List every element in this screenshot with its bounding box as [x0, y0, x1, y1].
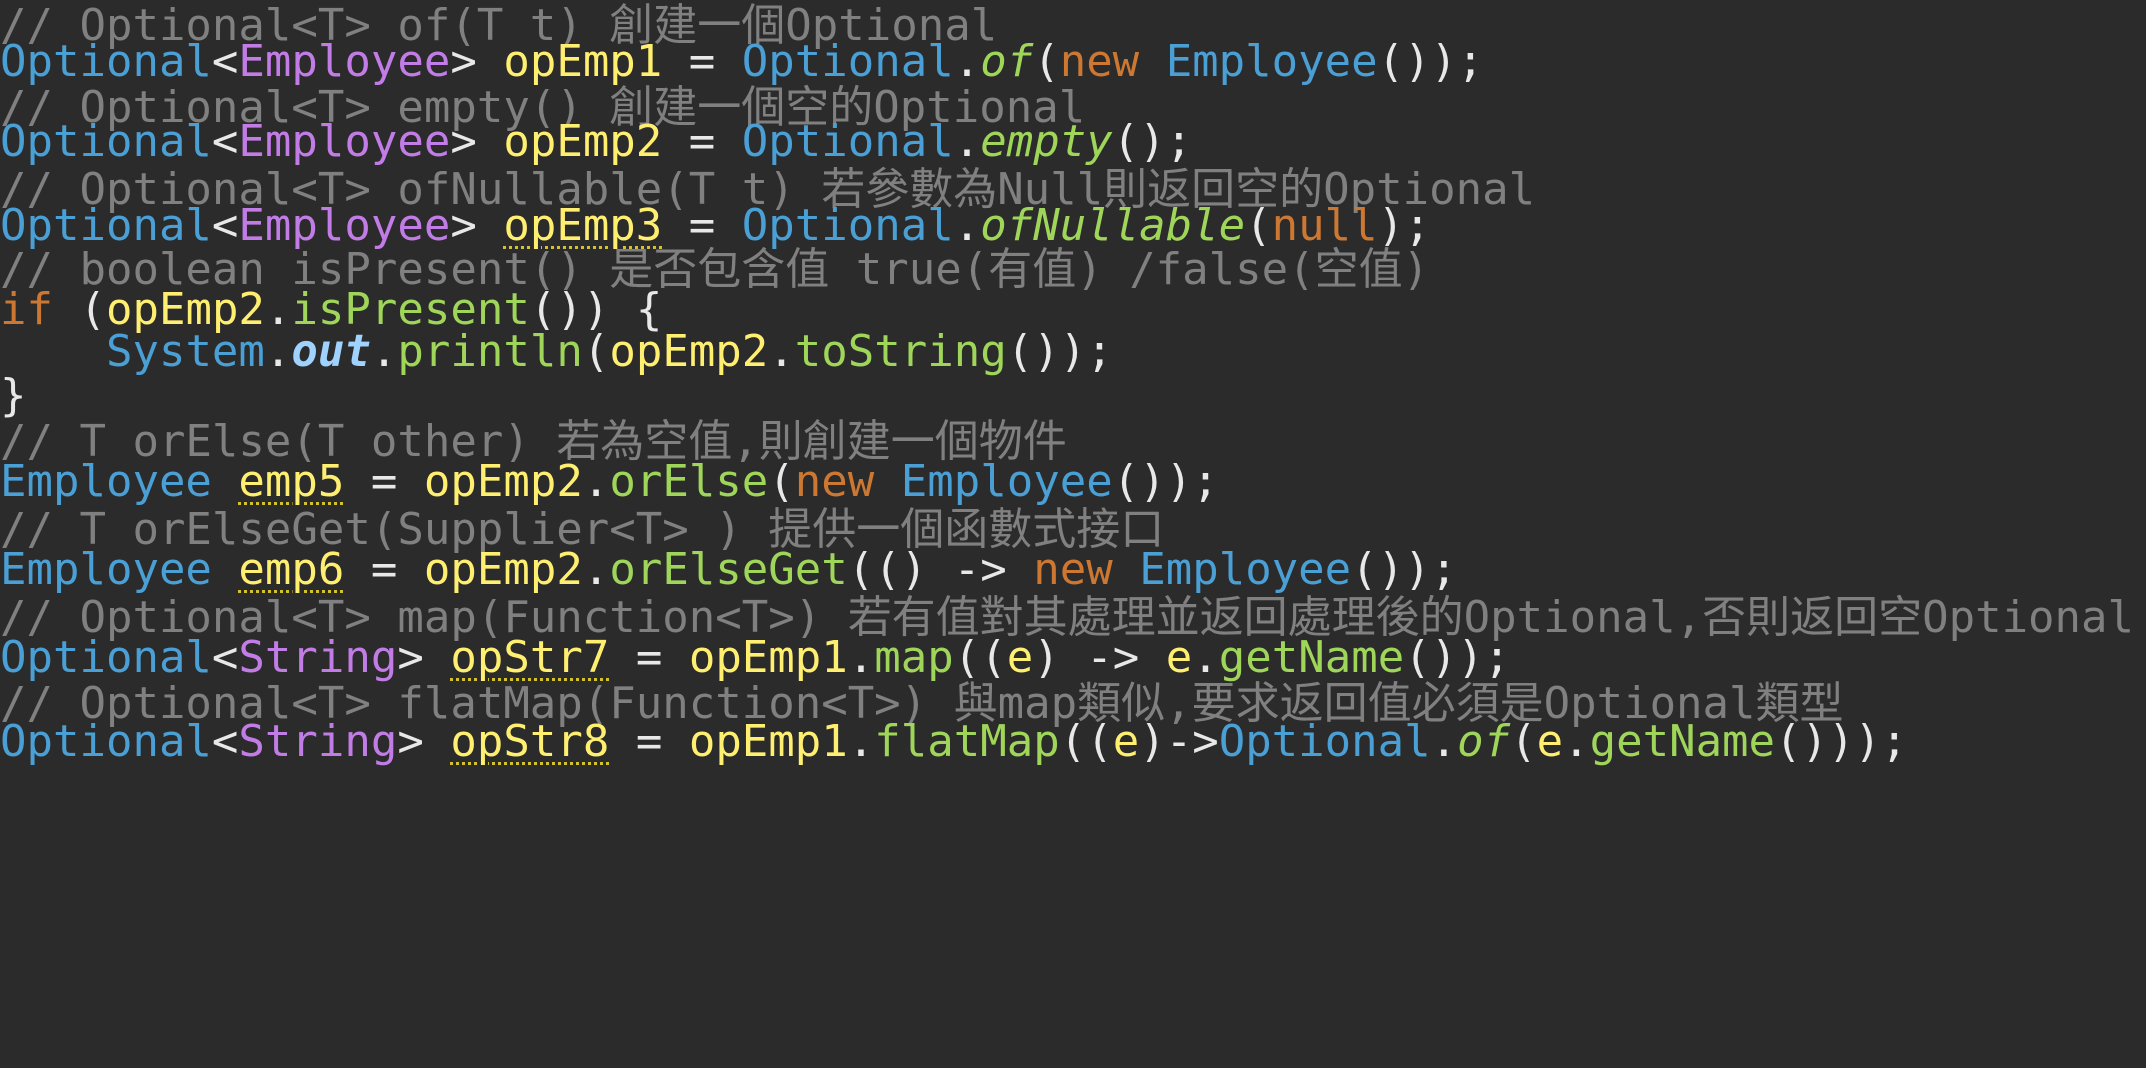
code-token: Optional [1218, 716, 1431, 767]
code-token: ; [1457, 36, 1484, 87]
code-token: ) [1404, 36, 1431, 87]
code-token: opEmp2 [609, 326, 769, 377]
code-token: Optional [0, 716, 212, 767]
code-token: ( [1059, 716, 1087, 767]
code-line[interactable]: Optional<String> opStr8 = opEmp1.flatMap… [0, 712, 1908, 772]
code-token: -> [1165, 716, 1219, 767]
code-token: ( [1377, 36, 1405, 87]
code-token: toString [794, 326, 1007, 377]
code-line[interactable]: System.out.println(opEmp2.toString()); [0, 322, 1113, 382]
code-token: . [1563, 716, 1590, 767]
code-token: ) [1059, 326, 1087, 377]
code-token: String [238, 716, 398, 767]
code-token: ; [1881, 716, 1908, 767]
code-token: opEmp1 [688, 716, 848, 767]
code-token: . [768, 326, 795, 377]
code-token: flatMap [874, 716, 1060, 767]
code-token: println [397, 326, 583, 377]
code-token: ) [1165, 456, 1193, 507]
code-token: . [370, 326, 398, 377]
code-token: ( [1086, 716, 1113, 767]
code-token: ) [1033, 326, 1060, 377]
code-token: > [397, 716, 424, 767]
code-editor[interactable]: // Optional<T> of(T t) 創建一個Optional Optio… [0, 0, 2146, 1068]
code-token: . [264, 326, 292, 377]
code-token: out [291, 326, 371, 377]
code-token: < [211, 716, 239, 767]
code-token: Employee [1165, 36, 1378, 87]
code-token: of [1457, 716, 1511, 767]
code-token: ) [1139, 716, 1166, 767]
code-token: ; [1192, 456, 1219, 507]
warned-variable-token: opStr8 [450, 716, 610, 767]
code-token: ) [1801, 716, 1829, 767]
code-token: ( [1006, 326, 1034, 377]
code-token: ) [1854, 716, 1882, 767]
code-token: ( [1775, 716, 1802, 767]
code-token: ( [582, 326, 610, 377]
code-token: = [635, 716, 663, 767]
code-token: . [847, 716, 875, 767]
code-token: e [1536, 716, 1564, 767]
code-token: ) [1430, 36, 1458, 87]
code-token: System [105, 326, 265, 377]
code-token: e [1112, 716, 1140, 767]
code-token: . [1430, 716, 1458, 767]
code-token: ) [1828, 716, 1855, 767]
code-token: getName [1589, 716, 1776, 767]
code-token: ; [1086, 326, 1113, 377]
code-token: ( [1510, 716, 1537, 767]
